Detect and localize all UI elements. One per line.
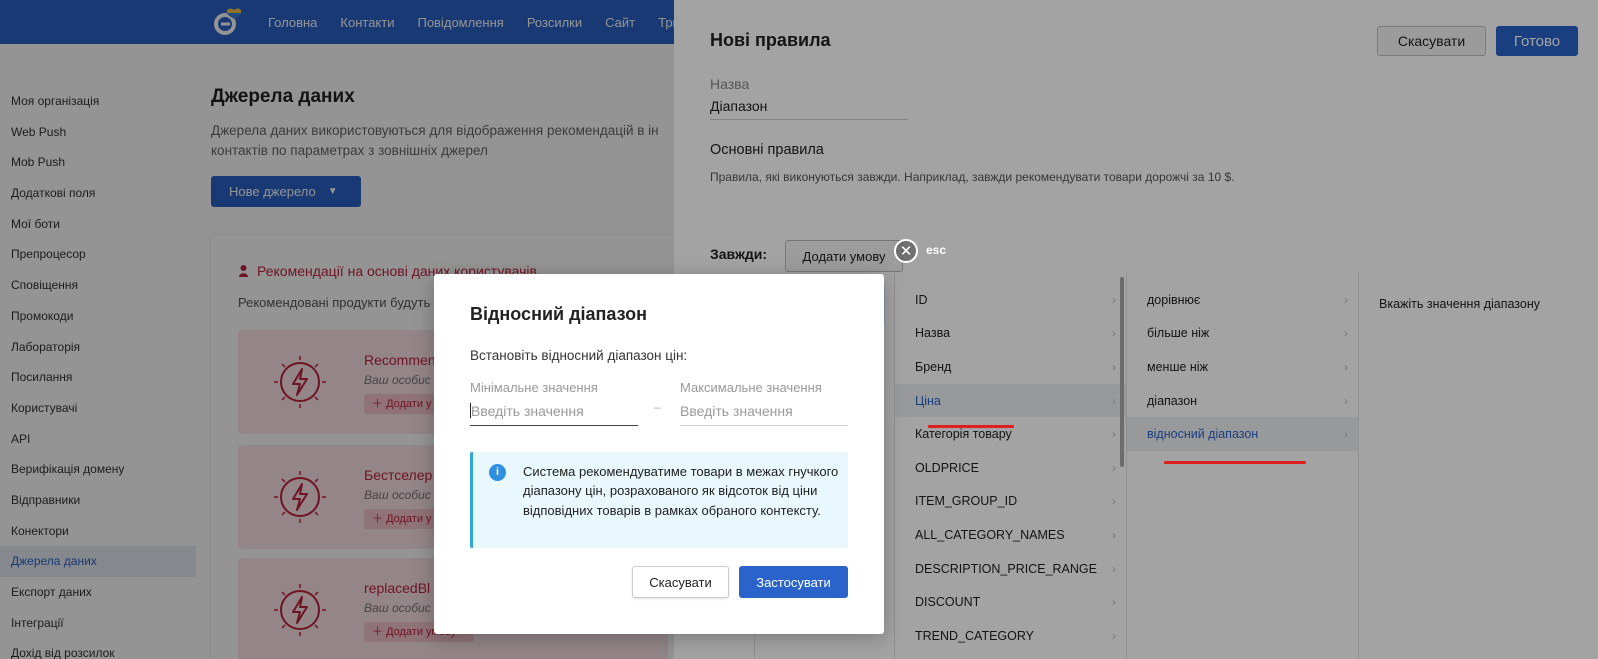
dialog-subtitle: Встановіть відносний діапазон цін: xyxy=(470,348,688,363)
close-icon[interactable]: ✕ xyxy=(894,239,918,263)
highlight-underline xyxy=(928,425,1014,428)
highlight-underline xyxy=(1164,461,1306,464)
max-value-label: Максимальне значення xyxy=(680,380,822,395)
info-text: Система рекомендуватиме товари в межах г… xyxy=(523,464,839,518)
min-value-input[interactable]: Введіть значення xyxy=(470,403,638,426)
range-separator: – xyxy=(654,400,661,414)
relative-range-dialog: Відносний діапазон Встановіть відносний … xyxy=(434,274,884,634)
max-value-field: Максимальне значення Введіть значення xyxy=(680,380,848,426)
min-value-label: Мінімальне значення xyxy=(470,380,598,395)
dialog-cancel-button[interactable]: Скасувати xyxy=(632,566,729,598)
dialog-title: Відносний діапазон xyxy=(470,304,647,324)
esc-hint: esc xyxy=(926,243,947,257)
max-value-input[interactable]: Введіть значення xyxy=(680,403,848,426)
dialog-apply-button[interactable]: Застосувати xyxy=(739,566,848,598)
info-icon: i xyxy=(489,464,506,481)
info-box: i Система рекомендуватиме товари в межах… xyxy=(470,452,848,548)
min-value-field: Мінімальне значення Введіть значення xyxy=(470,380,638,426)
